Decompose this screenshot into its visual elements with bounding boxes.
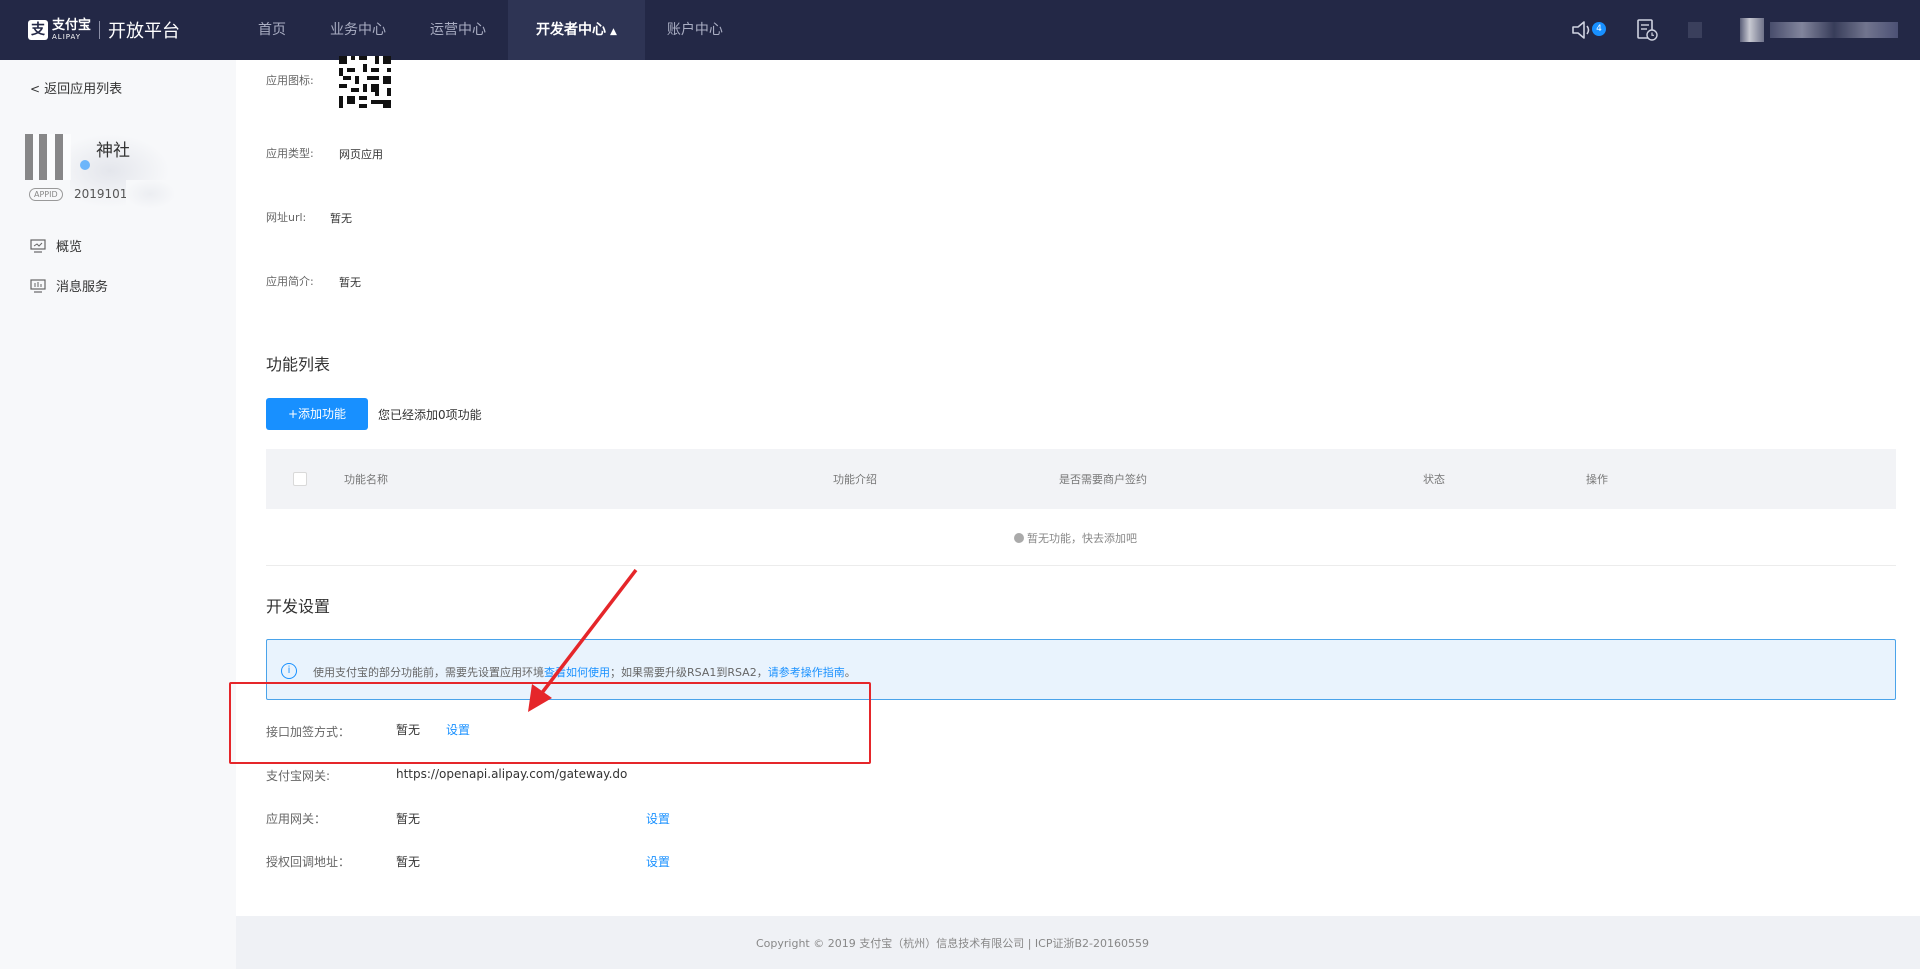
annotation-arrow: [528, 568, 638, 712]
column-header-actions: 操作: [1586, 473, 1608, 486]
auth-callback-label: 授权回调地址：: [266, 855, 351, 869]
sidebar: < 返回应用列表 神社 APPID 2019101 概览 消息服务: [0, 60, 236, 969]
alipay-logo[interactable]: 支付宝 ALIPAY 开放平台: [28, 16, 180, 44]
auth-callback-value: 暂无: [396, 855, 421, 869]
app-url-label: 网址url:: [266, 211, 307, 224]
alert-suffix: 。: [844, 666, 856, 679]
app-url-value: 暂无: [330, 212, 352, 225]
page-footer: Copyright © 2019 支付宝（杭州）信息技术有限公司 | ICP证浙…: [236, 916, 1920, 969]
document-clock-icon[interactable]: [1636, 18, 1658, 42]
app-gateway-value: 暂无: [396, 812, 421, 826]
empty-message: 暂无功能，快去添加吧: [1027, 532, 1137, 545]
app-type-label: 应用类型:: [266, 147, 314, 160]
alipay-gateway-label: 支付宝网关:: [266, 769, 331, 783]
auth-callback-set-button[interactable]: 设置: [646, 853, 670, 870]
column-header-name: 功能名称: [344, 473, 388, 486]
app-gateway-label: 应用网关：: [266, 812, 327, 826]
nav-account-center[interactable]: 账户中心: [645, 0, 745, 60]
column-header-status: 状态: [1423, 473, 1445, 486]
sidebar-item-label: 概览: [56, 240, 83, 255]
function-count-note: 您已经添加0项功能: [378, 408, 482, 422]
blurred-appid: [126, 180, 174, 208]
alipay-logo-icon: [28, 20, 48, 40]
user-avatar[interactable]: [1740, 18, 1764, 42]
nav-developer-center[interactable]: 开发者中心 ▲: [508, 0, 645, 60]
nav-operations-center[interactable]: 运营中心: [408, 0, 508, 60]
monitor-icon: [30, 238, 46, 253]
appid-value: 2019101: [74, 187, 128, 201]
back-link-label: 返回应用列表: [44, 82, 123, 97]
logo-en: ALIPAY: [52, 33, 82, 41]
main-nav: 首页 业务中心 运营中心 开发者中心 ▲ 账户中心: [236, 0, 745, 60]
nav-business-center[interactable]: 业务中心: [308, 0, 408, 60]
empty-face-icon: [1014, 533, 1024, 543]
function-table-empty-row: 暂无功能，快去添加吧: [266, 509, 1896, 566]
caret-up-icon: ▲: [610, 27, 617, 37]
appid-tag: APPID: [29, 188, 63, 201]
alipay-gateway-value: https://openapi.alipay.com/gateway.do: [396, 767, 628, 781]
column-header-intro: 功能介绍: [833, 473, 877, 486]
copyright-text: Copyright © 2019 支付宝（杭州）信息技术有限公司 | ICP证浙…: [756, 937, 1149, 950]
chevron-left-icon: <: [30, 82, 41, 96]
app-icon-qr-image: [339, 56, 391, 108]
app-intro-value: 暂无: [339, 276, 361, 289]
logo-divider: [99, 21, 101, 39]
function-list-title: 功能列表: [266, 355, 331, 374]
add-function-button[interactable]: +添加功能: [266, 398, 368, 430]
message-monitor-icon: [30, 278, 46, 293]
app-status-dot: [80, 160, 90, 170]
info-icon: i: [281, 663, 297, 679]
nav-home[interactable]: 首页: [236, 0, 308, 60]
blurred-account-info: [1688, 22, 1702, 38]
notification-badge: 4: [1592, 22, 1606, 36]
app-icon-label: 应用图标:: [266, 74, 314, 87]
platform-title: 开放平台: [108, 21, 181, 42]
alert-prefix: 使用支付宝的部分功能前，需要先设置应用环境: [313, 666, 544, 679]
top-navigation-bar: 支付宝 ALIPAY 开放平台 首页 业务中心 运营中心 开发者中心 ▲ 账户中心…: [0, 0, 1920, 60]
app-intro-label: 应用简介:: [266, 275, 314, 288]
operation-guide-link[interactable]: 请参考操作指南: [768, 666, 845, 679]
app-gateway-set-button[interactable]: 设置: [646, 810, 670, 827]
app-type-value: 网页应用: [339, 148, 383, 161]
back-to-app-list-link[interactable]: < 返回应用列表: [30, 78, 122, 97]
sidebar-item-overview[interactable]: 概览: [30, 236, 82, 255]
sidebar-item-message-service[interactable]: 消息服务: [30, 276, 108, 295]
select-all-checkbox[interactable]: [293, 472, 307, 486]
nav-developer-center-label: 开发者中心: [536, 22, 606, 38]
function-table-header: 功能名称 功能介绍 是否需要商户签约 状态 操作: [266, 449, 1896, 509]
blurred-user-name[interactable]: [1770, 22, 1898, 38]
sidebar-item-label: 消息服务: [56, 280, 109, 295]
dev-settings-title: 开发设置: [266, 597, 331, 616]
app-name: 神社: [96, 141, 130, 161]
column-header-contract: 是否需要商户签约: [1059, 473, 1147, 486]
logo-cn: 支付宝: [52, 18, 92, 33]
app-avatar: [25, 134, 71, 180]
